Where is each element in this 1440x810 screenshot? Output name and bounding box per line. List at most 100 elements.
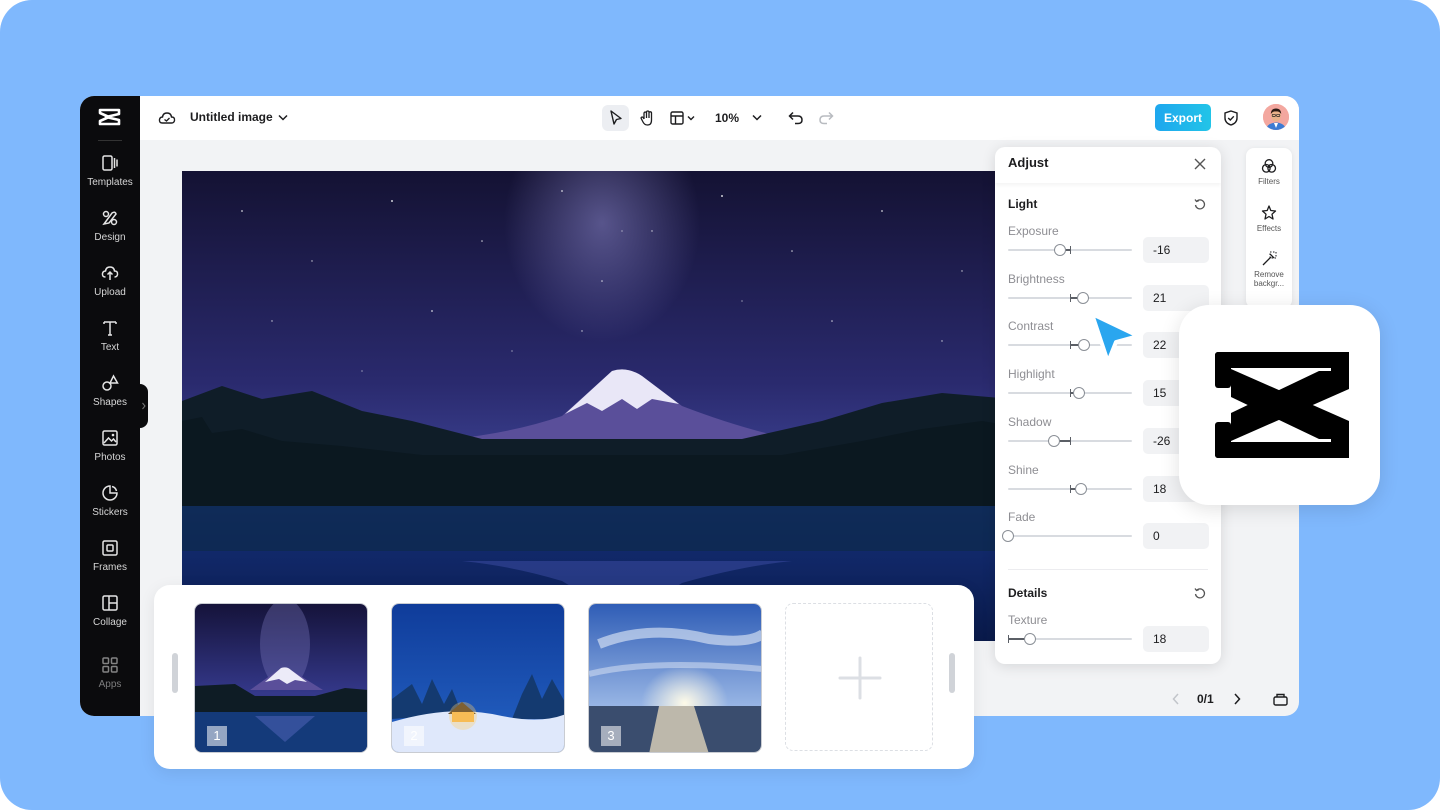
slider-knob[interactable] xyxy=(1075,482,1088,495)
add-page-button[interactable] xyxy=(785,603,933,751)
mouse-cursor xyxy=(1088,310,1144,373)
side-tools-panel: Filters Effects Remove backgr... xyxy=(1246,148,1292,308)
slider-highlight[interactable] xyxy=(1008,386,1132,400)
slider-exposure[interactable] xyxy=(1008,243,1132,257)
design-icon xyxy=(102,210,118,226)
shield-icon[interactable] xyxy=(1220,107,1242,129)
hand-tool-icon[interactable] xyxy=(634,105,661,131)
side-tool-remove-background[interactable]: Remove backgr... xyxy=(1246,251,1292,288)
shapes-icon xyxy=(102,374,119,391)
select-tool-icon[interactable] xyxy=(602,105,629,131)
document-title[interactable]: Untitled image xyxy=(190,110,273,124)
slider-zero-mark xyxy=(1070,246,1071,254)
rail-collapse-handle[interactable] xyxy=(140,384,148,428)
slider-fade[interactable] xyxy=(1002,529,1132,543)
capcut-logo-card xyxy=(1179,305,1380,505)
thumbnail-number: 2 xyxy=(404,726,424,746)
slider-knob[interactable] xyxy=(1054,244,1067,256)
frames-icon xyxy=(102,540,118,556)
slider-brightness[interactable] xyxy=(1008,291,1132,305)
canvas-image[interactable] xyxy=(182,171,1012,641)
close-icon[interactable] xyxy=(1191,155,1209,173)
zoom-level[interactable]: 10% xyxy=(715,111,739,125)
section-title-details: Details xyxy=(1008,586,1048,600)
capcut-logo-icon[interactable] xyxy=(98,108,122,126)
strip-right-handle[interactable] xyxy=(949,653,955,693)
avatar[interactable] xyxy=(1263,104,1289,130)
slider-knob[interactable] xyxy=(1047,434,1060,447)
next-page-icon[interactable] xyxy=(1229,690,1245,708)
slider-zero-mark xyxy=(1070,436,1071,445)
prev-page-icon[interactable] xyxy=(1168,690,1184,708)
slider-shine[interactable] xyxy=(1008,482,1132,496)
side-tool-filters[interactable]: Filters xyxy=(1246,158,1292,186)
value-field-fade[interactable] xyxy=(1143,523,1209,550)
thumbnail-2[interactable]: 2 xyxy=(391,603,565,753)
slider-track xyxy=(1008,535,1132,538)
section-title-light: Light xyxy=(1008,197,1038,211)
strip-left-handle[interactable] xyxy=(172,653,178,693)
chevron-down-icon[interactable] xyxy=(276,110,290,124)
slider-knob[interactable] xyxy=(1002,530,1014,543)
chevron-right-icon xyxy=(142,402,146,410)
rail-item-label: Templates xyxy=(87,177,133,188)
export-button[interactable]: Export xyxy=(1155,104,1211,131)
thumbnail-number: 1 xyxy=(207,726,227,746)
rail-item-label: Upload xyxy=(94,287,126,298)
param-label-shine: Shine xyxy=(1008,462,1039,477)
slider-knob[interactable] xyxy=(1073,387,1086,400)
param-label-highlight: Highlight xyxy=(1008,367,1055,382)
rail-item-label: Frames xyxy=(93,562,127,573)
effects-icon xyxy=(1261,205,1277,220)
param-label-texture: Texture xyxy=(1008,613,1048,627)
param-label-exposure: Exposure xyxy=(1008,224,1059,238)
zoom-chevron-down-icon[interactable] xyxy=(750,110,764,124)
filters-icon xyxy=(1261,159,1277,173)
top-toolbar: Untitled image 10% Export xyxy=(140,96,1299,140)
rail-item-label: Design xyxy=(94,232,126,243)
rail-item-stickers[interactable]: Stickers xyxy=(80,484,140,534)
remove-background-icon xyxy=(1262,251,1277,266)
rail-divider xyxy=(98,140,122,141)
side-tool-effects[interactable]: Effects xyxy=(1246,205,1292,233)
layout-tool-icon[interactable] xyxy=(668,105,702,131)
rail-item-templates[interactable]: Templates xyxy=(80,154,140,204)
upload-icon xyxy=(101,266,119,280)
param-label-shadow: Shadow xyxy=(1008,414,1052,429)
value-field-exposure[interactable] xyxy=(1143,237,1209,263)
rail-item-photos[interactable]: Photos xyxy=(80,429,140,479)
slider-texture[interactable] xyxy=(1008,632,1132,646)
rail-item-label: Photos xyxy=(94,452,126,463)
value-field-texture[interactable] xyxy=(1143,626,1209,652)
rail-item-text[interactable]: Text xyxy=(80,319,140,369)
param-label-fade: Fade xyxy=(1008,510,1036,525)
slider-shadow[interactable] xyxy=(1008,434,1132,448)
rail-item-design[interactable]: Design xyxy=(80,209,140,259)
plus-icon xyxy=(838,656,882,700)
slider-zero-mark xyxy=(1008,635,1009,643)
reset-light-icon[interactable] xyxy=(1191,195,1209,213)
rail-item-label: Shapes xyxy=(93,397,127,408)
redo-icon[interactable] xyxy=(815,107,837,129)
collage-icon xyxy=(102,595,118,611)
stickers-icon xyxy=(102,485,118,501)
slider-zero-mark xyxy=(1070,484,1071,493)
slider-zero-mark xyxy=(1070,341,1071,350)
rail-item-upload[interactable]: Upload xyxy=(80,264,140,314)
rail-item-apps[interactable]: Apps xyxy=(80,656,140,706)
reset-details-icon[interactable] xyxy=(1191,584,1209,602)
rail-item-shapes[interactable]: Shapes xyxy=(80,374,140,424)
slider-knob[interactable] xyxy=(1077,291,1090,304)
thumbnail-1[interactable]: 1 xyxy=(194,603,368,753)
text-icon xyxy=(103,321,117,336)
undo-icon[interactable] xyxy=(785,107,807,129)
left-rail: Templates Design Upload Text Shapes Phot… xyxy=(80,96,140,716)
rail-item-frames[interactable]: Frames xyxy=(80,539,140,589)
cloud-save-icon[interactable] xyxy=(157,108,177,128)
page-manager-icon[interactable] xyxy=(1271,690,1289,708)
rail-item-label: Collage xyxy=(93,617,127,628)
rail-item-collage[interactable]: Collage xyxy=(80,594,140,644)
slider-knob[interactable] xyxy=(1024,633,1037,645)
thumbnail-3[interactable]: 3 xyxy=(588,603,762,753)
side-tool-label: Filters xyxy=(1258,177,1280,186)
